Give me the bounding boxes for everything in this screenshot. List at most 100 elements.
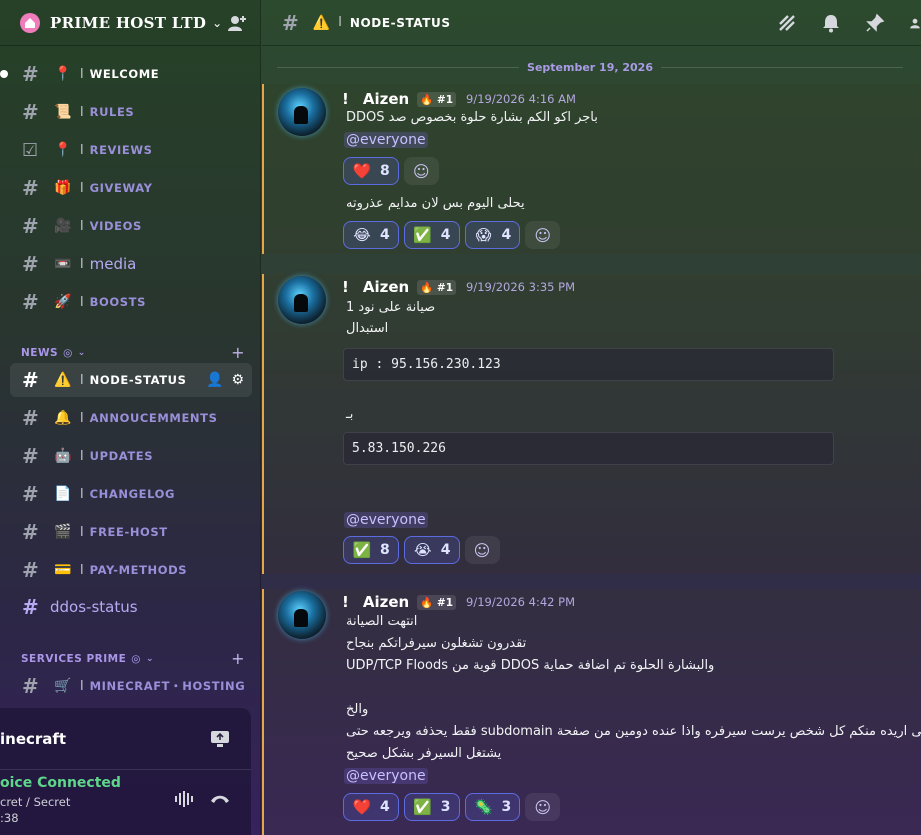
add-reaction-smiley-icon[interactable]: ☺ bbox=[464, 536, 500, 564]
thread-channel-icon: # bbox=[282, 10, 299, 35]
avatar[interactable] bbox=[278, 591, 326, 639]
pin-emoji-icon: 📍 bbox=[54, 142, 72, 158]
channel-label: CHANGELOG bbox=[89, 487, 176, 501]
text-channel-icon: # bbox=[22, 252, 39, 276]
text-channel-icon: # bbox=[22, 62, 39, 86]
text-channel-icon: # bbox=[22, 674, 39, 698]
channel-sidebar: PRIME HOST LTD ⌄ # 📍 l WELCOME # 📜 l RUL… bbox=[0, 0, 261, 835]
camera-emoji-icon: 🎥 bbox=[54, 218, 72, 234]
avatar[interactable] bbox=[278, 88, 326, 136]
server-home-icon bbox=[20, 12, 40, 33]
voice-elapsed-time: :38 bbox=[0, 811, 19, 825]
add-reaction-smiley-icon[interactable]: ☺ bbox=[525, 793, 561, 821]
gear-icon[interactable]: ⚙ bbox=[231, 372, 244, 388]
channel-giveway[interactable]: # 🎁 l GIVEWAY bbox=[10, 171, 252, 205]
channel-label: NODE-STATUS bbox=[89, 373, 187, 387]
channel-label: PAY-METHODS bbox=[89, 563, 188, 577]
reaction-laugh[interactable]: 😂 4 bbox=[343, 221, 399, 249]
channel-ddos-status[interactable]: # ddos-status bbox=[10, 590, 252, 624]
text-channel-icon: # bbox=[22, 482, 39, 506]
everyone-mention[interactable]: @everyone bbox=[344, 512, 428, 528]
noise-suppression-icon[interactable] bbox=[174, 790, 194, 808]
cart-emoji-icon: 🛒 bbox=[54, 678, 72, 694]
guild-tag-badge[interactable]: 🔥 #1 bbox=[417, 91, 457, 107]
date-separator-label: September 19, 2026 bbox=[527, 60, 653, 74]
reaction-check[interactable]: ✅ 8 bbox=[343, 536, 399, 564]
message-text: اللى اريده منكم كل شخص يرست سيرفره واذا … bbox=[346, 724, 921, 739]
channel-free-host[interactable]: # 🎬 l FREE-HOST bbox=[10, 515, 252, 549]
reaction-heart[interactable]: ❤️ 8 bbox=[343, 157, 399, 185]
channel-label: FREE-HOST bbox=[89, 525, 168, 539]
author-name[interactable]: Aizen bbox=[363, 593, 409, 611]
category-label: NEWS bbox=[21, 346, 59, 359]
custom-emoji-icon: 🦠 bbox=[474, 798, 493, 816]
message-group[interactable]: ! Aizen 🔥 #1 9/19/2026 4:16 AM باجر اكو … bbox=[262, 84, 921, 254]
status-exclamation: ! bbox=[342, 593, 349, 611]
author-name[interactable]: Aizen bbox=[363, 90, 409, 108]
text-channel-icon: # bbox=[22, 176, 39, 200]
category-services-prime[interactable]: SERVICES PRIME ◎ ⌄ + bbox=[21, 649, 245, 668]
rocket-emoji-icon: 🚀 bbox=[54, 294, 72, 310]
invite-user-icon[interactable]: 👤 bbox=[206, 372, 223, 388]
channel-label: VIDEOS bbox=[89, 219, 142, 233]
text-channel-icon: # bbox=[22, 406, 39, 430]
channel-changelog[interactable]: # 📄 l CHANGELOG bbox=[10, 477, 252, 511]
reaction-crying[interactable]: 😭 4 bbox=[403, 536, 460, 564]
swirl-icon: ◎ bbox=[131, 652, 141, 665]
channel-label: RULES bbox=[89, 105, 135, 119]
disconnect-call-icon[interactable] bbox=[210, 794, 230, 804]
everyone-mention[interactable]: @everyone bbox=[344, 768, 428, 784]
channel-pay-methods[interactable]: # 💳 l PAY-METHODS bbox=[10, 553, 252, 587]
screen-share-icon[interactable] bbox=[210, 730, 230, 748]
channel-updates[interactable]: # 🤖 l UPDATES bbox=[10, 439, 252, 473]
channel-label: UPDATES bbox=[89, 449, 154, 463]
check-emoji-icon: ✅ bbox=[413, 798, 433, 816]
message-group[interactable]: ! Aizen 🔥 #1 9/19/2026 4:42 PM انتهت الص… bbox=[262, 589, 921, 835]
member-list-icon[interactable] bbox=[909, 13, 921, 33]
add-reaction-smiley-icon[interactable]: ☺ bbox=[403, 157, 439, 185]
message-text: استبدال bbox=[346, 321, 389, 336]
channel-node-status[interactable]: # ⚠️ l NODE-STATUS 👤 ⚙ bbox=[10, 363, 252, 397]
server-header[interactable]: PRIME HOST LTD ⌄ bbox=[0, 0, 260, 46]
threads-icon[interactable] bbox=[777, 13, 797, 33]
channel-boosts[interactable]: # 🚀 l BOOSTS bbox=[10, 285, 252, 319]
pin-icon[interactable] bbox=[865, 13, 885, 33]
create-channel-plus-icon[interactable]: + bbox=[231, 343, 245, 362]
avatar[interactable] bbox=[278, 276, 326, 324]
guild-tag-badge[interactable]: 🔥 #1 bbox=[417, 279, 457, 295]
voice-connected-status[interactable]: oice Connected bbox=[0, 775, 121, 791]
channel-videos[interactable]: # 🎥 l VIDEOS bbox=[10, 209, 252, 243]
message-group[interactable]: ! Aizen 🔥 #1 9/19/2026 3:35 PM صيانة على… bbox=[262, 274, 921, 574]
bell-icon[interactable] bbox=[821, 13, 841, 33]
message-text: انتهت الصيانة bbox=[346, 614, 418, 629]
channel-minecraft-hosting[interactable]: # 🛒 l MINECRAFT・HOSTING bbox=[10, 669, 252, 703]
channel-media[interactable]: # 📼 l media bbox=[10, 247, 252, 281]
guild-tag-badge[interactable]: 🔥 #1 bbox=[417, 594, 457, 610]
channel-header: # ⚠️ l NODE-STATUS bbox=[262, 0, 921, 46]
add-reaction-smiley-icon[interactable]: ☺ bbox=[525, 221, 561, 249]
reaction-heart[interactable]: ❤️ 4 bbox=[343, 793, 399, 821]
status-exclamation: ! bbox=[342, 278, 349, 296]
category-news[interactable]: NEWS ◎ ⌄ + bbox=[21, 343, 245, 362]
laughing-emoji-icon: 😂 bbox=[353, 226, 371, 244]
message-text: والخ bbox=[346, 702, 369, 717]
text-channel-icon: # bbox=[22, 100, 39, 124]
reaction-count: 3 bbox=[501, 799, 512, 815]
channel-welcome[interactable]: # 📍 l WELCOME bbox=[0, 57, 252, 91]
channel-rules[interactable]: # 📜 l RULES bbox=[10, 95, 252, 129]
reaction-custom[interactable]: 🦠 3 bbox=[464, 793, 521, 821]
warning-emoji-icon: ⚠️ bbox=[312, 14, 331, 31]
channel-reviews[interactable]: ☑ 📍 l REVIEWS bbox=[10, 133, 252, 167]
reaction-custom[interactable]: 😱 4 bbox=[464, 221, 521, 249]
create-channel-plus-icon[interactable]: + bbox=[231, 649, 245, 668]
author-name[interactable]: Aizen bbox=[363, 278, 409, 296]
channel-label: MINECRAFT・HOSTING bbox=[89, 679, 246, 693]
reaction-count: 4 bbox=[440, 227, 451, 243]
invite-user-icon[interactable] bbox=[226, 12, 248, 34]
message-text: والبشارة الحلوة تم اضافة حماية DDOS قوية… bbox=[346, 658, 715, 673]
reaction-check[interactable]: ✅ 3 bbox=[403, 793, 460, 821]
everyone-mention[interactable]: @everyone bbox=[344, 132, 428, 148]
reaction-check[interactable]: ✅ 4 bbox=[403, 221, 460, 249]
message-text: بـ bbox=[346, 407, 354, 422]
channel-annoucemments[interactable]: # 🔔 l ANNOUCEMMENTS bbox=[10, 401, 252, 435]
